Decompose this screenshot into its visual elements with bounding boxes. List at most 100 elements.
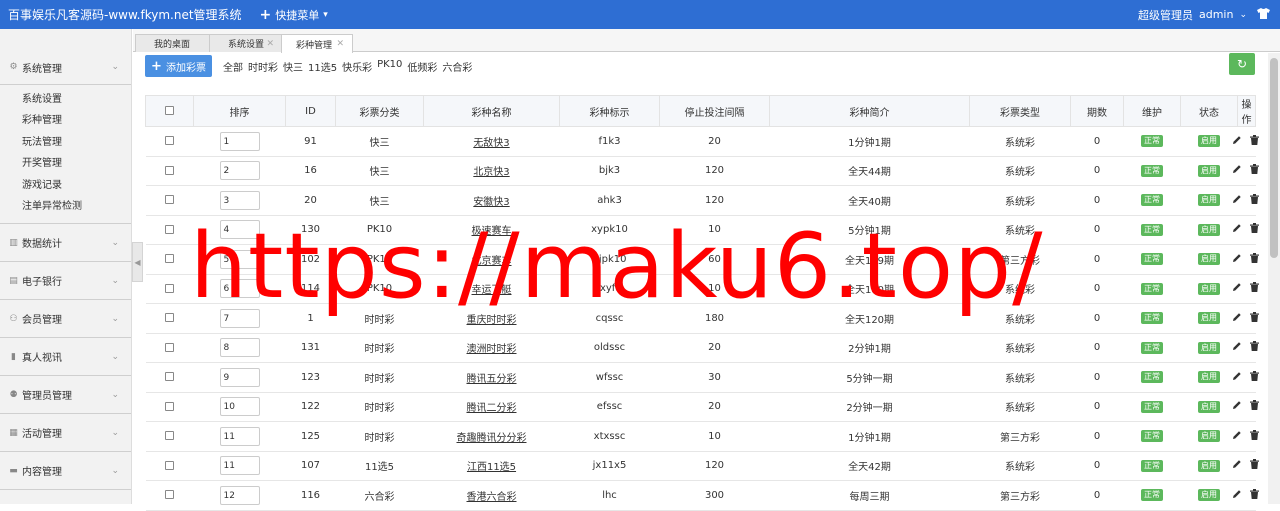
trash-icon[interactable]: [1250, 371, 1259, 381]
sidebar-section[interactable]: ⚇会员管理⌄: [0, 300, 131, 338]
sort-order-input[interactable]: 5: [220, 250, 260, 269]
row-checkbox[interactable]: [165, 372, 174, 381]
status-badge[interactable]: 启用: [1198, 430, 1220, 442]
status-badge[interactable]: 启用: [1198, 401, 1220, 413]
sort-order-input[interactable]: 9: [220, 368, 260, 387]
status-badge[interactable]: 启用: [1198, 194, 1220, 206]
trash-icon[interactable]: [1250, 282, 1259, 292]
row-checkbox[interactable]: [165, 166, 174, 175]
status-badge[interactable]: 启用: [1198, 371, 1220, 383]
scrollbar-thumb[interactable]: [1270, 58, 1278, 258]
filter-link[interactable]: 快乐彩: [342, 59, 372, 74]
edit-icon[interactable]: [1232, 430, 1242, 440]
sidebar-section[interactable]: ▪运维管理⌄: [0, 490, 131, 504]
edit-icon[interactable]: [1232, 341, 1242, 351]
edit-icon[interactable]: [1232, 371, 1242, 381]
row-checkbox[interactable]: [165, 431, 174, 440]
quick-menu-button[interactable]: + 快捷菜单 ▾: [260, 7, 328, 23]
sort-order-input[interactable]: 11: [220, 456, 260, 475]
lottery-name-link[interactable]: 奇趣腾讯分分彩: [457, 433, 527, 444]
tab-lottery-management[interactable]: 彩种管理 ✕: [281, 34, 353, 53]
sort-order-input[interactable]: 2: [220, 161, 260, 180]
row-checkbox[interactable]: [165, 284, 174, 293]
sidebar-section[interactable]: ▦活动管理⌄: [0, 414, 131, 452]
trash-icon[interactable]: [1250, 341, 1259, 351]
sidebar-collapse-button[interactable]: ◀: [132, 242, 143, 282]
sidebar-section[interactable]: ⚉管理员管理⌄: [0, 376, 131, 414]
filter-link[interactable]: 快三: [283, 59, 303, 74]
trash-icon[interactable]: [1250, 164, 1259, 174]
maintenance-badge[interactable]: 正常: [1141, 460, 1163, 472]
lottery-name-link[interactable]: 澳洲时时彩: [467, 344, 517, 355]
sidebar-item[interactable]: 开奖管理: [0, 153, 131, 174]
refresh-button[interactable]: ↻: [1229, 53, 1255, 75]
status-badge[interactable]: 启用: [1198, 283, 1220, 295]
sidebar-item[interactable]: 游戏记录: [0, 175, 131, 196]
row-checkbox[interactable]: [165, 490, 174, 499]
sidebar-section[interactable]: ▬内容管理⌄: [0, 452, 131, 490]
sort-order-input[interactable]: 8: [220, 338, 260, 357]
sidebar-section[interactable]: ⚙系统管理⌄: [0, 50, 131, 85]
row-checkbox[interactable]: [165, 402, 174, 411]
maintenance-badge[interactable]: 正常: [1141, 401, 1163, 413]
status-badge[interactable]: 启用: [1198, 253, 1220, 265]
trash-icon[interactable]: [1250, 223, 1259, 233]
row-checkbox[interactable]: [165, 461, 174, 470]
sidebar-item[interactable]: 注单异常检测: [0, 196, 131, 217]
edit-icon[interactable]: [1232, 459, 1242, 469]
tab-system-settings[interactable]: 系统设置 ✕: [209, 34, 283, 52]
sort-order-input[interactable]: 7: [220, 309, 260, 328]
filter-link[interactable]: 六合彩: [442, 59, 472, 74]
lottery-name-link[interactable]: 江西11选5: [467, 462, 516, 473]
sidebar-section[interactable]: ▥数据统计⌄: [0, 224, 131, 262]
maintenance-badge[interactable]: 正常: [1141, 165, 1163, 177]
maintenance-badge[interactable]: 正常: [1141, 430, 1163, 442]
sort-order-input[interactable]: 4: [220, 220, 260, 239]
status-badge[interactable]: 启用: [1198, 460, 1220, 472]
lottery-name-link[interactable]: 香港六合彩: [467, 492, 517, 503]
edit-icon[interactable]: [1232, 223, 1242, 233]
edit-icon[interactable]: [1232, 194, 1242, 204]
maintenance-badge[interactable]: 正常: [1141, 312, 1163, 324]
filter-link[interactable]: 时时彩: [248, 59, 278, 74]
trash-icon[interactable]: [1250, 400, 1259, 410]
trash-icon[interactable]: [1250, 253, 1259, 263]
sidebar-section[interactable]: ▮真人视讯⌄: [0, 338, 131, 376]
row-checkbox[interactable]: [165, 225, 174, 234]
trash-icon[interactable]: [1250, 194, 1259, 204]
sort-order-input[interactable]: 6: [220, 279, 260, 298]
trash-icon[interactable]: [1250, 489, 1259, 499]
select-all-checkbox[interactable]: [165, 106, 174, 115]
status-badge[interactable]: 启用: [1198, 489, 1220, 501]
sort-order-input[interactable]: 10: [220, 397, 260, 416]
edit-icon[interactable]: [1232, 282, 1242, 292]
status-badge[interactable]: 启用: [1198, 312, 1220, 324]
sort-order-input[interactable]: 1: [220, 132, 260, 151]
sidebar-item[interactable]: 系统设置: [0, 89, 131, 110]
maintenance-badge[interactable]: 正常: [1141, 253, 1163, 265]
edit-icon[interactable]: [1232, 312, 1242, 322]
trash-icon[interactable]: [1250, 430, 1259, 440]
filter-link[interactable]: 全部: [223, 59, 243, 74]
lottery-name-link[interactable]: 安徽快3: [473, 197, 509, 208]
row-checkbox[interactable]: [165, 195, 174, 204]
status-badge[interactable]: 启用: [1198, 135, 1220, 147]
row-checkbox[interactable]: [165, 254, 174, 263]
maintenance-badge[interactable]: 正常: [1141, 489, 1163, 501]
maintenance-badge[interactable]: 正常: [1141, 194, 1163, 206]
sort-order-input[interactable]: 12: [220, 486, 260, 505]
edit-icon[interactable]: [1232, 489, 1242, 499]
user-menu[interactable]: 超级管理员 admin ⌄: [1138, 7, 1280, 23]
maintenance-badge[interactable]: 正常: [1141, 283, 1163, 295]
edit-icon[interactable]: [1232, 164, 1242, 174]
lottery-name-link[interactable]: 腾讯五分彩: [467, 374, 517, 385]
shirt-icon[interactable]: [1257, 8, 1270, 22]
lottery-name-link[interactable]: 重庆时时彩: [467, 315, 517, 326]
row-checkbox[interactable]: [165, 343, 174, 352]
trash-icon[interactable]: [1250, 459, 1259, 469]
maintenance-badge[interactable]: 正常: [1141, 342, 1163, 354]
edit-icon[interactable]: [1232, 135, 1242, 145]
lottery-name-link[interactable]: 北京快3: [473, 167, 509, 178]
edit-icon[interactable]: [1232, 400, 1242, 410]
maintenance-badge[interactable]: 正常: [1141, 371, 1163, 383]
